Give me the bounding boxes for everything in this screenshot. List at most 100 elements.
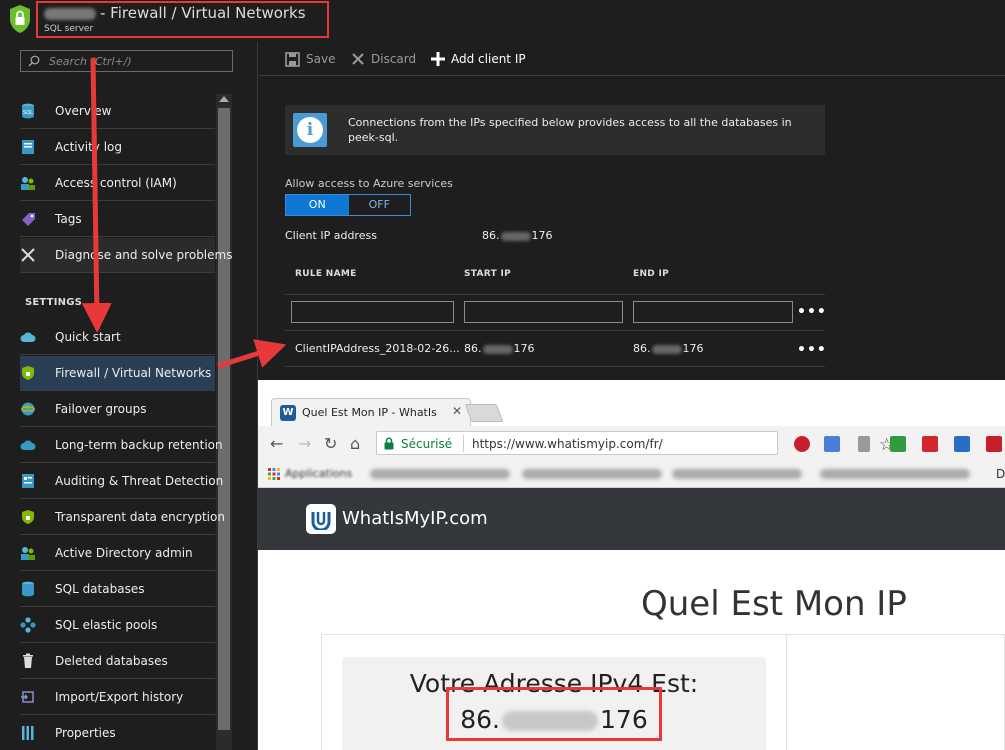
- redacted-bookmark[interactable]: [820, 469, 970, 479]
- sidebar-item-quick-start[interactable]: Quick start: [20, 320, 215, 355]
- download-extension-icon[interactable]: [858, 436, 870, 452]
- site-header: WhatIsMyIP.com: [258, 488, 1005, 550]
- divider: [786, 635, 787, 750]
- sidebar-item-tags[interactable]: Tags: [20, 202, 215, 237]
- search-box[interactable]: [20, 50, 233, 72]
- adblock-extension-icon[interactable]: [794, 436, 810, 452]
- sidebar-item-sql-databases[interactable]: SQL databases: [20, 572, 215, 607]
- end-ip-cell: 86. 176: [633, 342, 704, 355]
- column-header-start-ip: START IP: [464, 269, 512, 279]
- svg-text:SQL: SQL: [23, 110, 33, 116]
- page-title: - Firewall / Virtual Networks: [44, 4, 306, 22]
- discard-button[interactable]: Discard: [351, 50, 416, 68]
- save-label: Save: [306, 52, 336, 66]
- command-bar: Save Discard Add client IP: [259, 42, 1005, 76]
- bookmark-apps[interactable]: Applications: [285, 467, 352, 480]
- add-client-ip-button[interactable]: Add client IP: [431, 50, 526, 68]
- redacted-ip: [500, 231, 531, 241]
- whatismyip-favicon-icon: W: [280, 405, 296, 421]
- sidebar-item-ad-admin[interactable]: Active Directory admin: [20, 536, 215, 571]
- browser-tab[interactable]: W Quel Est Mon IP - WhatIs ✕: [271, 398, 471, 426]
- home-icon[interactable]: ⌂: [350, 434, 360, 453]
- secure-label: Sécurisé: [401, 437, 453, 451]
- shield-icon: [20, 365, 36, 381]
- tag-icon: [20, 211, 36, 227]
- address-bar[interactable]: Sécurisé https://www.whatismyip.com/fr/ …: [376, 431, 894, 455]
- new-start-ip-input[interactable]: [464, 301, 623, 323]
- reload-icon[interactable]: ↻: [324, 434, 337, 453]
- browser-tab-strip: W Quel Est Mon IP - WhatIs ✕: [258, 380, 1005, 426]
- sidebar-item-label: Tags: [55, 212, 82, 226]
- sidebar-item-label: Properties: [55, 726, 116, 740]
- scroll-up-arrow-icon[interactable]: [219, 96, 229, 102]
- redacted-bookmark[interactable]: [370, 469, 510, 479]
- sidebar-item-label: Auditing & Threat Detection: [55, 474, 224, 488]
- translate-extension-icon[interactable]: [824, 436, 840, 452]
- apps-grid-icon[interactable]: [268, 468, 280, 480]
- url-text[interactable]: https://www.whatismyip.com/fr/: [472, 437, 663, 451]
- sidebar-item-elastic-pools[interactable]: SQL elastic pools: [20, 608, 215, 643]
- new-end-ip-input[interactable]: [633, 301, 793, 323]
- more-options-icon[interactable]: •••: [797, 304, 827, 320]
- extension-icon[interactable]: [922, 436, 938, 452]
- new-tab-button[interactable]: [464, 404, 504, 422]
- site-name[interactable]: WhatIsMyIP.com: [342, 508, 488, 529]
- forward-arrow-icon[interactable]: →: [298, 434, 311, 453]
- redacted-bookmark[interactable]: [672, 469, 802, 479]
- sidebar-item-deleted-databases[interactable]: Deleted databases: [20, 644, 215, 679]
- sidebar-item-label: Quick start: [55, 330, 121, 344]
- info-banner: i Connections from the IPs specified bel…: [285, 105, 825, 155]
- sidebar-item-label: Long-term backup retention: [55, 438, 223, 452]
- sidebar-item-activity-log[interactable]: Activity log: [20, 130, 215, 165]
- browser-tab-title: Quel Est Mon IP - WhatIs: [302, 406, 437, 419]
- sidebar-item-properties[interactable]: Properties: [20, 716, 215, 750]
- start-ip-cell: 86. 176: [464, 342, 535, 355]
- page-subtitle: SQL server: [44, 24, 94, 34]
- scrollbar-thumb[interactable]: [218, 108, 230, 730]
- search-icon: [28, 55, 40, 67]
- column-header-end-ip: END IP: [633, 269, 670, 279]
- save-button[interactable]: Save: [285, 50, 335, 68]
- toggle-off-option[interactable]: OFF: [348, 195, 410, 215]
- new-extension-icon[interactable]: [954, 436, 970, 452]
- sidebar-item-backup-retention[interactable]: Long-term backup retention: [20, 428, 223, 463]
- sidebar-item-diagnose[interactable]: Diagnose and solve problems: [20, 238, 232, 273]
- redacted-ip: [651, 344, 682, 354]
- divider: [285, 366, 825, 367]
- sidebar-item-overview[interactable]: SQL Overview: [20, 94, 215, 129]
- ip-card: Votre Adresse IPv4 Est: 86. 176: [321, 634, 1005, 750]
- redacted-bookmark[interactable]: [522, 469, 662, 479]
- sidebar-item-failover-groups[interactable]: Failover groups: [20, 392, 215, 427]
- save-icon: [285, 51, 300, 67]
- more-options-icon[interactable]: •••: [797, 342, 827, 358]
- globe-icon: [20, 401, 36, 417]
- sidebar-item-auditing[interactable]: Auditing & Threat Detection: [20, 464, 223, 499]
- whatismyip-logo-icon[interactable]: [306, 504, 336, 534]
- ip-highlight-box: [446, 687, 662, 741]
- sidebar-scrollbar[interactable]: [216, 94, 232, 750]
- sidebar-item-label: Firewall / Virtual Networks: [55, 366, 212, 380]
- sidebar-item-firewall[interactable]: Firewall / Virtual Networks: [20, 356, 215, 391]
- search-input[interactable]: [49, 53, 229, 69]
- sidebar-item-encryption[interactable]: Transparent data encryption: [20, 500, 225, 535]
- toggle-on-option[interactable]: ON: [286, 195, 349, 215]
- new-rule-name-input[interactable]: [291, 301, 454, 323]
- bookmark-overflow[interactable]: Di: [996, 467, 1005, 481]
- site-heading: Quel Est Mon IP: [641, 584, 907, 624]
- trash-icon: [20, 653, 36, 669]
- extension-icon[interactable]: [890, 436, 906, 452]
- activity-log-icon: [20, 139, 36, 155]
- client-ip-label: Client IP address: [285, 229, 377, 242]
- allow-azure-toggle[interactable]: ON OFF: [285, 194, 411, 216]
- extension-icon[interactable]: [986, 436, 1002, 452]
- audit-icon: [20, 473, 36, 489]
- sidebar-item-import-export[interactable]: Import/Export history: [20, 680, 215, 715]
- close-icon[interactable]: ✕: [452, 404, 462, 418]
- column-header-rule-name: RULE NAME: [295, 269, 357, 279]
- sidebar-item-access-control[interactable]: Access control (IAM): [20, 166, 215, 201]
- page-title-text: - Firewall / Virtual Networks: [100, 4, 306, 22]
- back-arrow-icon[interactable]: ←: [270, 434, 283, 453]
- sidebar-item-label: Failover groups: [55, 402, 147, 416]
- sidebar-item-label: Active Directory admin: [55, 546, 193, 560]
- allow-azure-label: Allow access to Azure services: [285, 177, 453, 190]
